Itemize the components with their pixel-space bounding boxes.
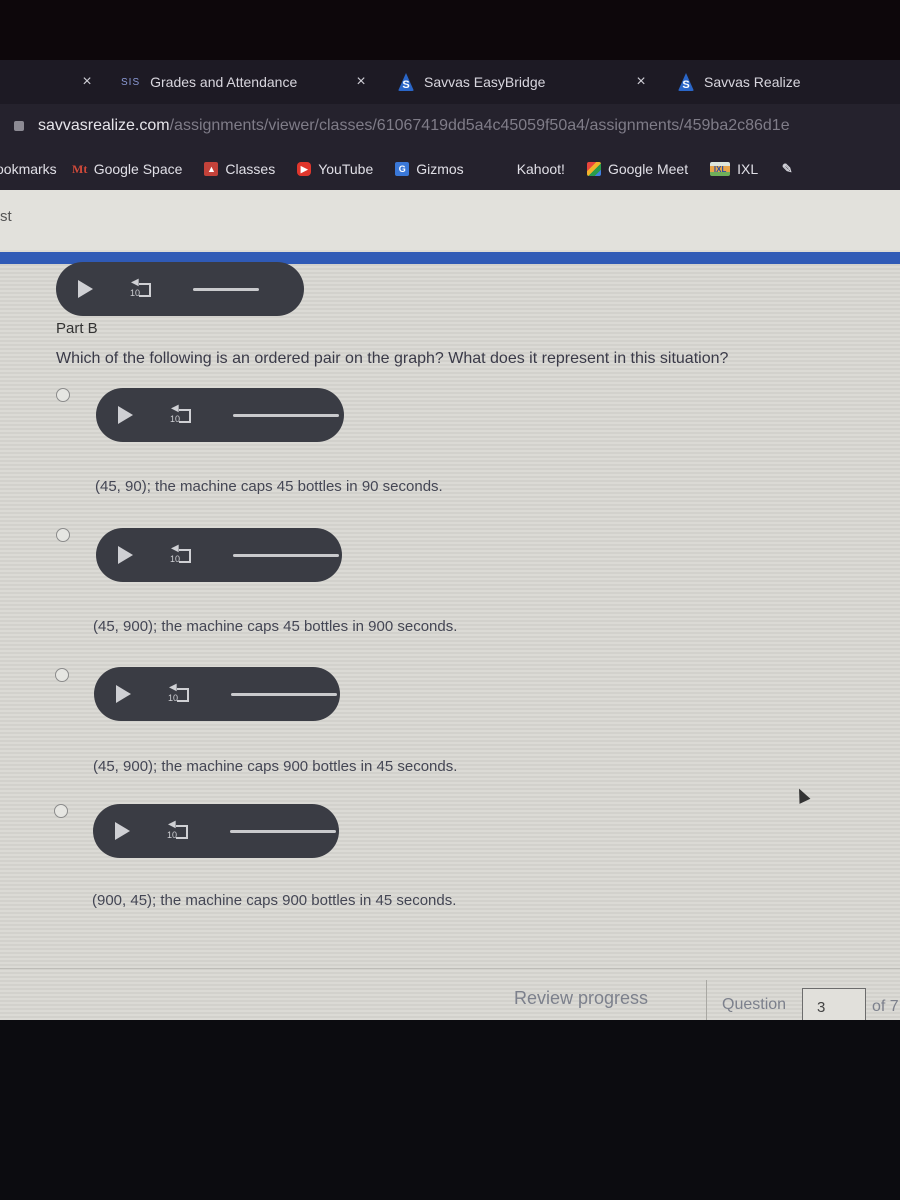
question-prompt: Which of the following is an ordered pai… (56, 350, 729, 367)
bookmark-label: Kahoot! (516, 161, 565, 177)
rewind-label: 10 (170, 414, 181, 424)
question-total: of 7 (872, 998, 899, 1015)
question-label: Question (722, 996, 787, 1013)
classes-icon: ▲ (204, 162, 219, 176)
bookmark-youtube[interactable]: ▶ YouTube (297, 161, 373, 177)
tab-savvas-easybridge[interactable]: S Savvas EasyBridge (398, 60, 545, 104)
tab-close-0[interactable]: × (80, 60, 94, 104)
bookmark-label: Google Space (93, 161, 183, 177)
kahoot-icon (504, 162, 510, 176)
audio-progress-track[interactable] (231, 692, 337, 696)
tab-close-2[interactable]: × (634, 60, 648, 104)
play-icon[interactable] (78, 280, 93, 298)
url-host: savvasrealize.com (38, 117, 170, 134)
bookmark-google-space[interactable]: Mt Google Space (72, 161, 183, 177)
bookmark-classes[interactable]: ▲ Classes (204, 161, 275, 177)
rewind-10-icon[interactable]: ◀ 10 (127, 278, 151, 298)
assignment-page: st ◀ 10 Part B Which of the following is… (0, 190, 900, 1026)
close-icon[interactable]: × (80, 73, 94, 91)
bookmark-label: Classes (225, 161, 276, 177)
choice-text-1[interactable]: (45, 90); the machine caps 45 bottles in… (95, 478, 443, 495)
address-bar[interactable]: savvasrealize.com /assignments/viewer/cl… (0, 104, 900, 148)
bookmark-gizmos[interactable]: G Gizmos (395, 161, 464, 177)
bookmark-ixl[interactable]: IXL IXL (710, 161, 758, 177)
rewind-10-icon[interactable]: ◀ 10 (167, 544, 191, 564)
rewind-10-icon[interactable]: ◀ 10 (165, 683, 189, 703)
audio-progress-track[interactable] (233, 413, 339, 417)
choice-text-4[interactable]: (900, 45); the machine caps 900 bottles … (92, 892, 456, 909)
tab-label: Savvas Realize (704, 74, 801, 90)
bookmark-label: ookmarks (0, 161, 57, 177)
prompt-audio-player: ◀ 10 (56, 262, 304, 316)
rewind-10-icon[interactable]: ◀ 10 (164, 820, 188, 840)
choice-radio-1[interactable] (56, 388, 70, 402)
page-header: st (0, 190, 900, 250)
bookmark-label: Google Meet (607, 161, 689, 177)
lock-icon[interactable] (14, 121, 24, 131)
choice-text-3[interactable]: (45, 900); the machine caps 900 bottles … (93, 758, 457, 775)
choice-radio-2[interactable] (56, 528, 70, 542)
bookmarks-bar: ookmarks Mt Google Space ▲ Classes ▶ You… (0, 148, 900, 190)
play-icon[interactable] (115, 822, 130, 840)
bookmark-google-meet[interactable]: Google Meet (586, 161, 689, 177)
footer-divider-line (0, 968, 900, 969)
rewind-label: 10 (167, 830, 178, 840)
choice-radio-4[interactable] (54, 804, 68, 818)
tab-savvas-realize[interactable]: S Savvas Realize (678, 60, 801, 104)
audio-progress-track[interactable] (230, 829, 336, 833)
rewind-10-icon[interactable]: ◀ 10 (167, 404, 191, 424)
play-icon[interactable] (118, 546, 133, 564)
tab-strip: × SIS Grades and Attendance × S Savvas E… (0, 60, 900, 104)
google-space-icon: Mt (72, 161, 88, 176)
tab-grades-and-attendance[interactable]: SIS Grades and Attendance (121, 60, 297, 104)
pencil-icon: ✎ (781, 161, 793, 176)
savvas-icon: S (398, 73, 414, 91)
google-meet-icon (586, 162, 601, 176)
footer-divider (706, 980, 707, 1020)
screen: × SIS Grades and Attendance × S Savvas E… (0, 0, 900, 1200)
close-icon[interactable]: × (354, 73, 368, 91)
page-header-label: st (0, 208, 12, 225)
savvas-icon: S (678, 73, 694, 91)
bookmark-kahoot[interactable]: Kahoot! (504, 161, 565, 177)
bookmark-label: YouTube (318, 161, 374, 177)
bookmark-label: IXL (737, 161, 759, 177)
review-progress-button[interactable]: Review progress (514, 988, 648, 1009)
rewind-label: 10 (168, 693, 179, 703)
choice-audio-player-2: ◀ 10 (96, 528, 342, 582)
bookmark-label: Gizmos (416, 161, 464, 177)
ixl-icon: IXL (710, 162, 731, 176)
audio-progress-track[interactable] (193, 287, 259, 291)
part-label: Part B (56, 320, 98, 337)
choice-audio-player-4: ◀ 10 (93, 804, 339, 858)
tab-label: Savvas EasyBridge (424, 74, 546, 90)
mouse-cursor-icon (793, 786, 811, 804)
tab-label: Grades and Attendance (150, 74, 298, 90)
rewind-label: 10 (130, 288, 141, 298)
bookmark-edit[interactable]: ✎ (780, 161, 794, 176)
rewind-label: 10 (170, 554, 181, 564)
monitor-bezel-top (0, 0, 900, 60)
audio-progress-track[interactable] (233, 553, 339, 557)
choice-audio-player-1: ◀ 10 (96, 388, 344, 442)
bookmark-all-bookmarks[interactable]: ookmarks (0, 161, 57, 177)
tab-close-1[interactable]: × (354, 60, 368, 104)
choice-text-2[interactable]: (45, 900); the machine caps 45 bottles i… (93, 618, 457, 635)
choice-radio-3[interactable] (55, 668, 69, 682)
monitor-bezel-bottom (0, 1020, 900, 1200)
sis-icon: SIS (121, 76, 141, 88)
play-icon[interactable] (116, 685, 131, 703)
close-icon[interactable]: × (634, 73, 648, 91)
choice-audio-player-3: ◀ 10 (94, 667, 340, 721)
play-icon[interactable] (118, 406, 133, 424)
gizmos-icon: G (395, 162, 410, 176)
url-path: /assignments/viewer/classes/61067419dd5a… (169, 117, 790, 134)
youtube-icon: ▶ (297, 162, 312, 176)
